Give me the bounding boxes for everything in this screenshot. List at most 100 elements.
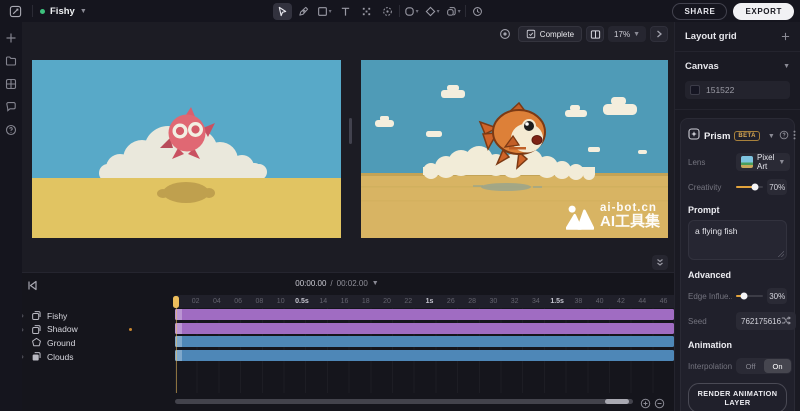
- folder-icon[interactable]: [5, 54, 17, 66]
- prompt-input[interactable]: a flying fish: [688, 220, 787, 260]
- prism-title: Prism: [704, 131, 730, 142]
- project-name: Fishy: [50, 6, 75, 17]
- project-menu[interactable]: Fishy ▼: [40, 6, 87, 17]
- transform-tool-button[interactable]: [378, 3, 397, 20]
- artboard-source[interactable]: [32, 60, 341, 238]
- help-icon[interactable]: [5, 123, 17, 135]
- add-layout-grid-button[interactable]: [781, 28, 790, 46]
- tool-bar: ▾ ▾ ▾ ▾: [273, 3, 487, 20]
- collapse-panel-button[interactable]: [652, 255, 668, 270]
- pink-fish-character: [157, 103, 217, 167]
- track-list: ›Fishy›ShadowGround ›Clouds: [0, 309, 174, 363]
- time-display[interactable]: 00:00.00 / 00:02.00 ▼: [295, 279, 378, 288]
- track-row[interactable]: Ground: [0, 336, 174, 350]
- interpolation-label: Interpolation: [688, 362, 732, 371]
- right-panel: Layout grid Canvas ▼ 151522 Prism BETA ▼: [674, 22, 800, 411]
- share-button[interactable]: SHARE: [672, 3, 727, 20]
- artboard-divider-handle[interactable]: [349, 118, 352, 144]
- timeline-ruler[interactable]: 02040608100.5s14161820221s26283032341.5s…: [175, 295, 674, 308]
- animation-label: Animation: [688, 340, 787, 350]
- project-status-dot: [40, 9, 45, 14]
- shape-tool-button[interactable]: ▾: [402, 3, 421, 20]
- watermark-logo-icon: [566, 204, 594, 230]
- dither-tool-button[interactable]: [357, 3, 376, 20]
- assets-icon[interactable]: [5, 77, 17, 89]
- ruler-tick: 26: [440, 298, 461, 305]
- layers-icon: [31, 310, 42, 321]
- ruler-tick: 16: [334, 298, 355, 305]
- ruler-tick: 0.5s: [291, 298, 312, 305]
- ruler-tick: 46: [653, 298, 674, 305]
- complete-button[interactable]: Complete: [518, 26, 582, 42]
- render-animation-layer-button[interactable]: RENDER ANIMATION LAYER: [688, 383, 787, 411]
- keyframe-indicator[interactable]: [129, 328, 132, 331]
- playhead-line: [176, 307, 177, 393]
- skip-to-start-button[interactable]: [27, 278, 38, 296]
- ruler-tick: 44: [632, 298, 653, 305]
- timeline-clip-bar[interactable]: [175, 323, 674, 334]
- prism-icon: [688, 127, 700, 145]
- creativity-slider[interactable]: [736, 186, 763, 188]
- track-name: Fishy: [47, 311, 67, 321]
- ruler-tick: 06: [228, 298, 249, 305]
- timeline-clip-bar[interactable]: [175, 309, 674, 320]
- track-bars: [175, 309, 674, 363]
- timeline-clip-bar[interactable]: [175, 350, 674, 361]
- chevron-down-icon: ▼: [778, 159, 785, 166]
- shuffle-seed-icon[interactable]: [781, 316, 791, 327]
- layers-icon: [31, 324, 42, 335]
- transport-controls: 00:00.00 / 00:02.00 ▼: [0, 273, 674, 295]
- track-row[interactable]: ›Fishy: [0, 309, 174, 323]
- timeline-scrollbar[interactable]: [175, 399, 633, 404]
- canvas-area: Complete 17% ▼: [22, 22, 674, 272]
- track-row[interactable]: ›Shadow: [0, 323, 174, 337]
- edge-influence-value[interactable]: 30%: [767, 288, 787, 304]
- rectangle-tool-button[interactable]: ▾: [315, 3, 334, 20]
- chevron-down-icon[interactable]: ▼: [783, 63, 790, 70]
- add-button[interactable]: [5, 31, 17, 43]
- text-tool-button[interactable]: [336, 3, 355, 20]
- zoom-level-dropdown[interactable]: 17% ▼: [608, 26, 646, 42]
- ruler-tick: 1.5s: [547, 298, 568, 305]
- timeline-zoom-in-button[interactable]: [640, 396, 651, 411]
- lens-dropdown[interactable]: Pixel Art ▼: [736, 153, 790, 171]
- seed-input[interactable]: 762175616: [736, 312, 796, 330]
- divider: [465, 5, 466, 17]
- interpolation-off-button[interactable]: Off: [737, 359, 764, 373]
- canvas-color-field[interactable]: 151522: [685, 81, 790, 99]
- creativity-value[interactable]: 70%: [767, 179, 787, 195]
- snapshot-icon[interactable]: [496, 26, 514, 42]
- ruler-tick: 28: [461, 298, 482, 305]
- scrollbar-thumb[interactable]: [605, 399, 629, 404]
- edge-influence-slider-knob[interactable]: [741, 293, 748, 300]
- pen-tool-button[interactable]: [294, 3, 313, 20]
- track-row[interactable]: ›Clouds: [0, 350, 174, 364]
- export-button[interactable]: EXPORT: [733, 3, 794, 20]
- prism-section: Prism BETA ▼ Lens Pixel Art ▼ Creativity: [680, 118, 795, 411]
- playhead[interactable]: [173, 296, 179, 308]
- edge-influence-slider[interactable]: [736, 295, 763, 297]
- boolean-shapes-tool-button[interactable]: ▾: [444, 3, 463, 20]
- interpolation-on-button[interactable]: On: [764, 359, 791, 373]
- prism-help-icon[interactable]: [779, 127, 789, 145]
- advanced-label: Advanced: [688, 270, 787, 280]
- diamond-tool-button[interactable]: ▾: [423, 3, 442, 20]
- artboard-render[interactable]: ai-bot.cn AI工具集: [361, 60, 668, 238]
- chevron-down-icon[interactable]: ▼: [768, 133, 775, 140]
- next-frame-button[interactable]: [650, 26, 668, 42]
- timeline-clip-bar[interactable]: [175, 336, 674, 347]
- split-view-button[interactable]: [586, 26, 604, 42]
- prism-menu-icon[interactable]: [793, 127, 796, 145]
- track-name: Ground: [47, 338, 75, 348]
- select-tool-button[interactable]: [273, 3, 292, 20]
- app-logo-icon[interactable]: [6, 3, 25, 20]
- ruler-tick: 22: [398, 298, 419, 305]
- ruler-tick: 42: [610, 298, 631, 305]
- ruler-tick: 32: [504, 298, 525, 305]
- creativity-slider-knob[interactable]: [752, 184, 759, 191]
- app-window: Fishy ▼ ▾ ▾: [0, 0, 800, 411]
- timeline-zoom-out-button[interactable]: [654, 396, 665, 411]
- comments-icon[interactable]: [5, 100, 17, 112]
- shape-icon: [31, 337, 42, 348]
- history-tool-button[interactable]: [468, 3, 487, 20]
